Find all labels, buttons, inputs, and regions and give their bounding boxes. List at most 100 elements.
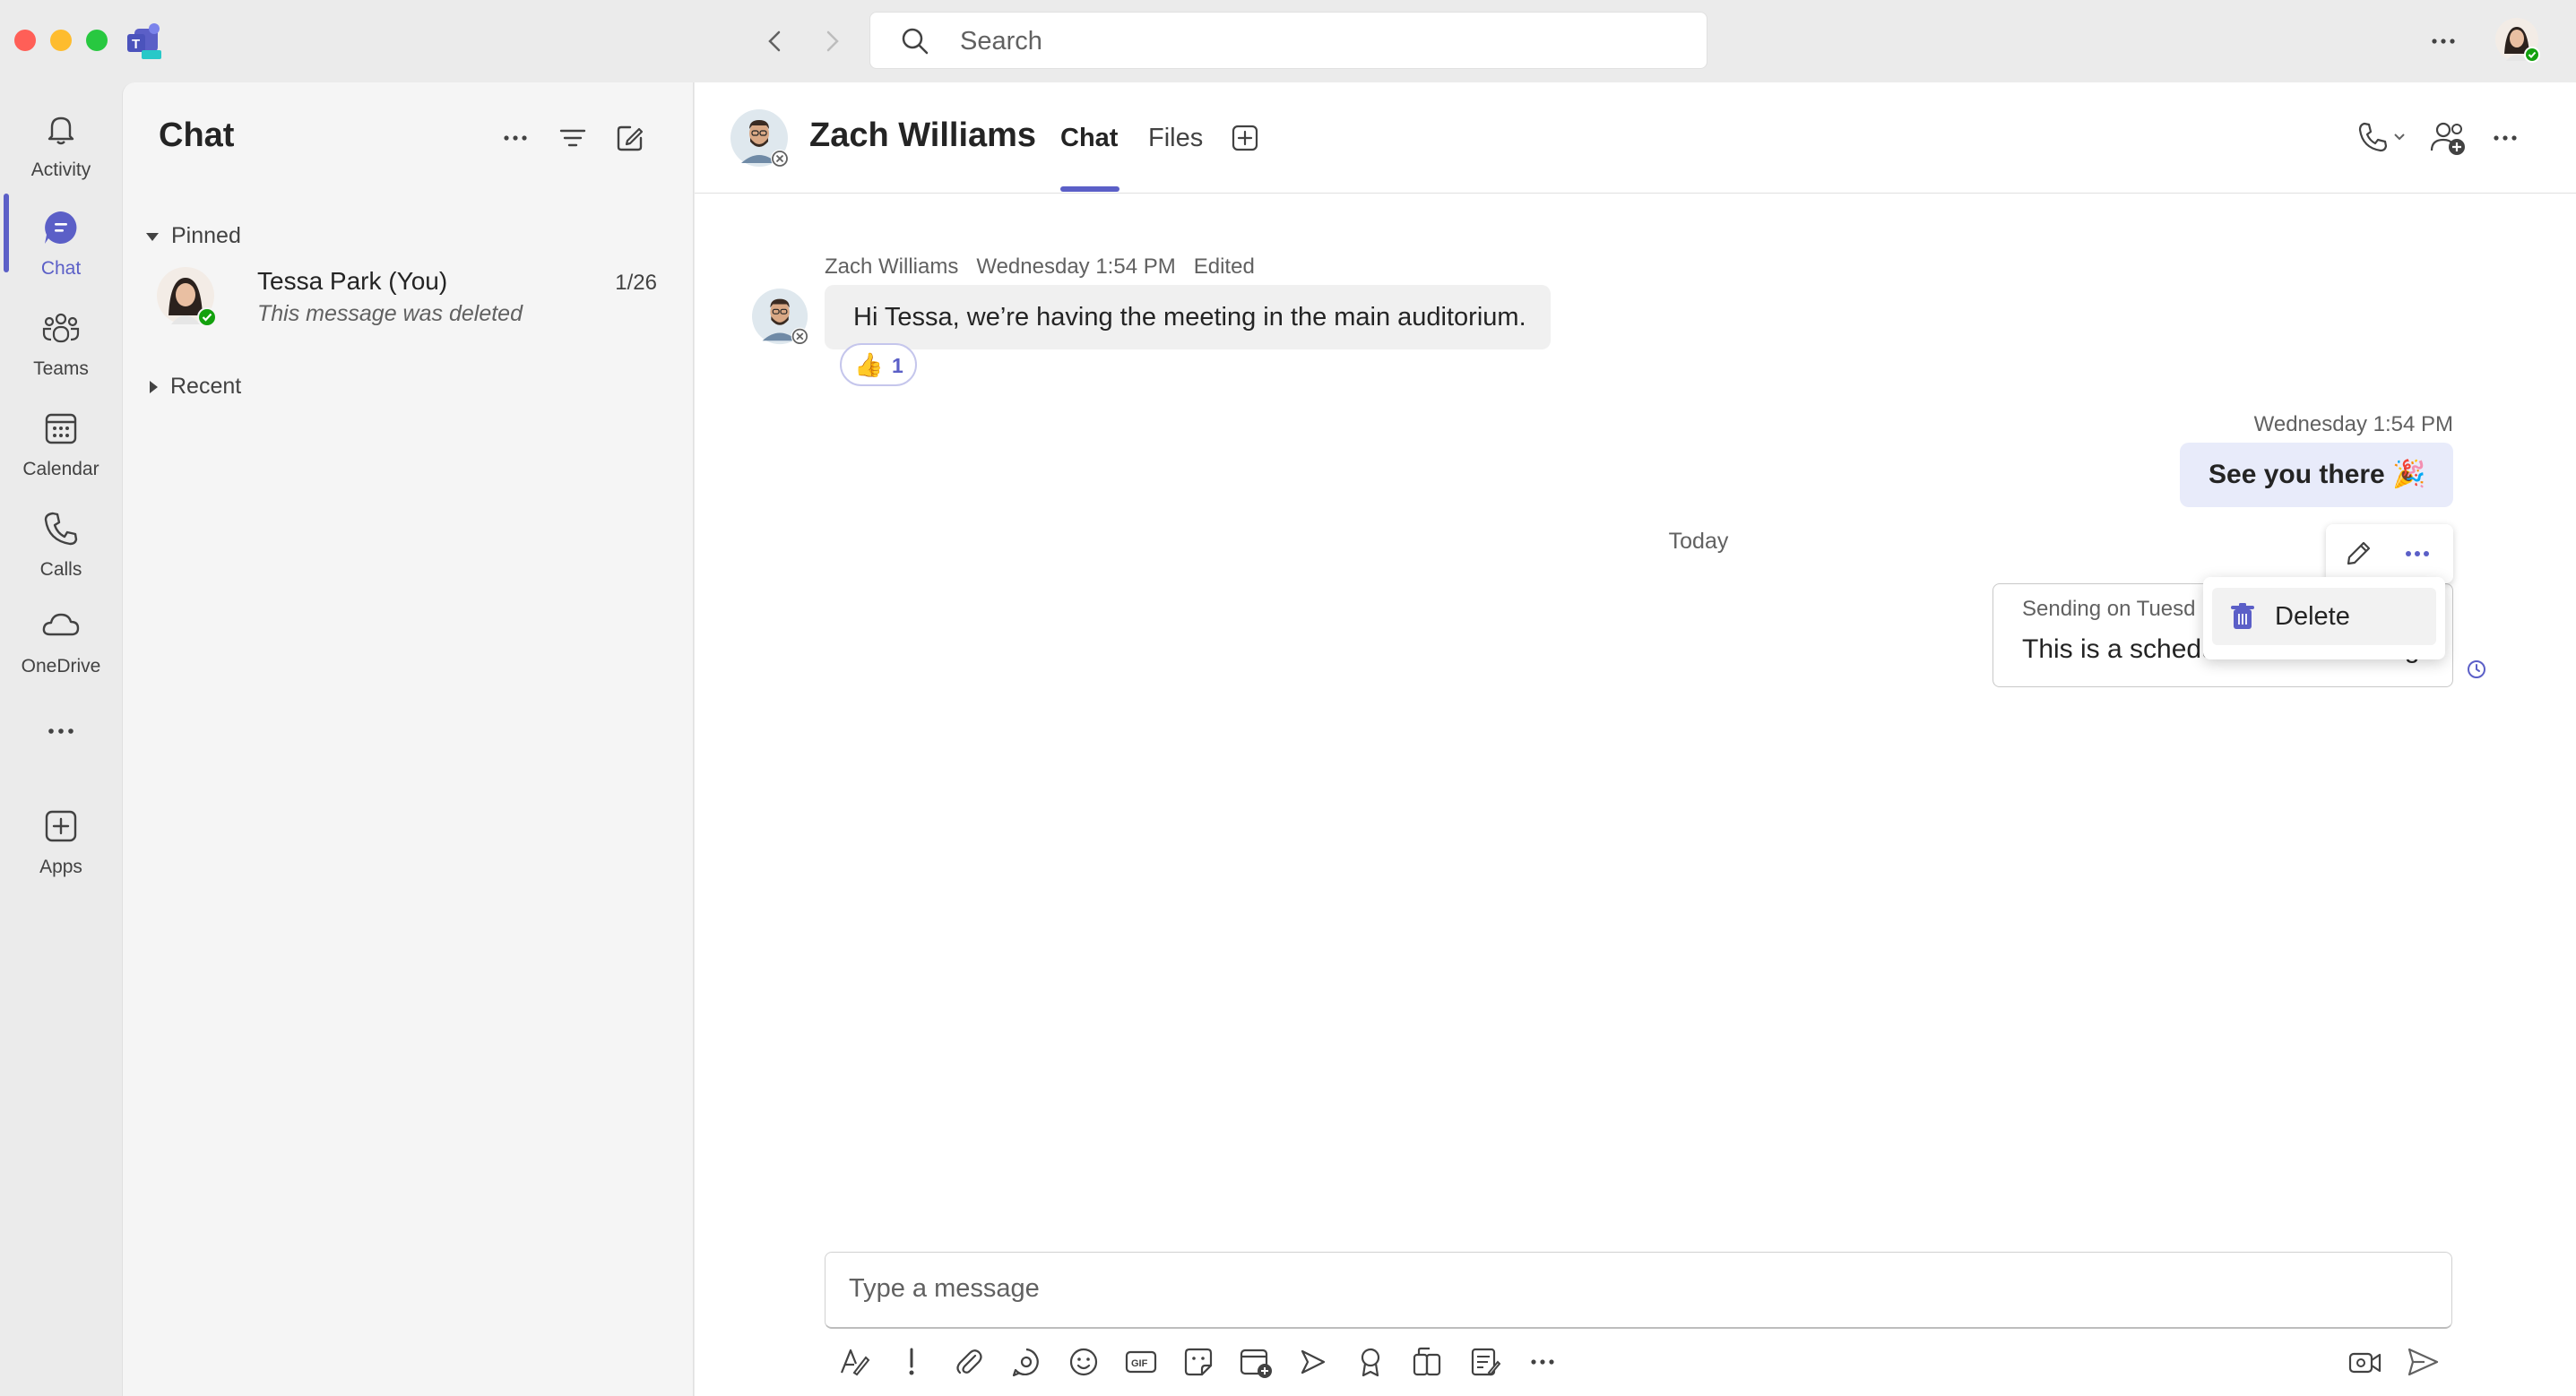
rail-item-teams[interactable]: Teams bbox=[0, 294, 122, 392]
add-tab-icon[interactable] bbox=[1227, 120, 1263, 156]
attach-icon[interactable] bbox=[949, 1342, 989, 1382]
delete-menu-item[interactable]: Delete bbox=[2212, 588, 2436, 645]
tab-files[interactable]: Files bbox=[1148, 124, 1203, 153]
reaction-pill[interactable]: 👍 1 bbox=[840, 343, 917, 386]
more-options-icon[interactable] bbox=[2398, 534, 2437, 573]
rail-item-onedrive[interactable]: OneDrive bbox=[0, 591, 122, 690]
chat-list-item[interactable]: Tessa Park (You) This message was delete… bbox=[141, 254, 677, 342]
app-rail: Activity Chat Teams Calendar Calls OneDr… bbox=[0, 82, 122, 1396]
rail-item-label: Calendar bbox=[22, 459, 99, 479]
search-icon bbox=[899, 25, 931, 57]
chat-icon bbox=[39, 206, 82, 249]
message-text: See you there 🎉 bbox=[2209, 460, 2426, 489]
recent-section-label: Recent bbox=[170, 374, 242, 399]
send-icon[interactable] bbox=[2403, 1342, 2442, 1382]
window-minimize-button[interactable] bbox=[50, 30, 72, 51]
outgoing-message-time: Wednesday 1:54 PM bbox=[2253, 412, 2453, 436]
message-context-menu: Delete bbox=[2203, 577, 2445, 659]
conversation-pane: Zach Williams Chat Files Zach Williams W… bbox=[695, 82, 2576, 1396]
cloud-icon bbox=[39, 604, 82, 647]
svg-text:T: T bbox=[132, 37, 140, 52]
reaction-count: 1 bbox=[892, 354, 903, 377]
chat-date: 1/26 bbox=[615, 271, 657, 295]
incoming-message-bubble[interactable]: Hi Tessa, we’re having the meeting in th… bbox=[825, 285, 1551, 349]
message-meta: Zach Williams Wednesday 1:54 PM Edited bbox=[825, 254, 1255, 280]
title-bar: T Search bbox=[0, 0, 2576, 82]
settings-more-icon[interactable] bbox=[2425, 23, 2461, 59]
rail-item-label: Apps bbox=[39, 857, 82, 877]
rail-item-calendar[interactable]: Calendar bbox=[0, 394, 122, 493]
rail-item-label: Activity bbox=[30, 159, 91, 180]
tab-active-indicator bbox=[1060, 186, 1119, 192]
thumbs-up-icon: 👍 bbox=[854, 351, 884, 378]
forward-button[interactable] bbox=[814, 23, 850, 59]
search-box[interactable]: Search bbox=[869, 12, 1707, 69]
sender-avatar bbox=[752, 289, 811, 348]
chevron-right-icon bbox=[150, 381, 158, 394]
recent-section-toggle[interactable]: Recent bbox=[146, 374, 241, 400]
rail-item-calls[interactable]: Calls bbox=[0, 495, 122, 593]
filter-icon[interactable] bbox=[555, 120, 591, 156]
avatar bbox=[157, 267, 220, 330]
rail-item-label: Teams bbox=[33, 358, 89, 379]
conversation-header: Zach Williams Chat Files bbox=[695, 82, 2576, 194]
svg-text:GIF: GIF bbox=[1131, 1358, 1148, 1369]
chevron-down-icon bbox=[146, 232, 159, 241]
bell-icon bbox=[39, 108, 82, 151]
more-apps-icon[interactable] bbox=[41, 711, 81, 751]
contact-avatar bbox=[730, 109, 791, 170]
important-icon[interactable] bbox=[892, 1342, 931, 1382]
add-app-icon bbox=[39, 805, 82, 848]
message-sender: Zach Williams bbox=[825, 254, 959, 279]
rail-item-label: Chat bbox=[40, 258, 82, 279]
chat-list-pane: Chat Pinned Tessa Park (You) This messag… bbox=[122, 82, 694, 1396]
window-zoom-button[interactable] bbox=[86, 30, 108, 51]
search-placeholder: Search bbox=[960, 27, 1042, 56]
tab-chat[interactable]: Chat bbox=[1060, 124, 1118, 153]
chat-preview: This message was deleted bbox=[257, 301, 523, 326]
chat-name: Tessa Park (You) bbox=[257, 267, 448, 295]
conversation-more-icon[interactable] bbox=[2487, 120, 2523, 156]
video-clip-icon[interactable] bbox=[2346, 1342, 2385, 1382]
new-chat-icon[interactable] bbox=[612, 120, 648, 156]
add-people-icon[interactable] bbox=[2428, 118, 2468, 158]
message-edited-label: Edited bbox=[1193, 254, 1255, 279]
composer-placeholder: Type a message bbox=[849, 1274, 1040, 1303]
apps-icon[interactable] bbox=[1408, 1342, 1448, 1382]
notes-icon[interactable] bbox=[1465, 1342, 1505, 1382]
scheduled-send-header: Sending on Tuesd bbox=[2022, 597, 2196, 621]
teams-logo-icon: T bbox=[125, 22, 165, 61]
delete-label: Delete bbox=[2275, 602, 2350, 631]
pinned-section-label: Pinned bbox=[171, 223, 241, 248]
profile-avatar[interactable] bbox=[2495, 18, 2542, 65]
edit-icon[interactable] bbox=[2338, 534, 2378, 573]
gif-icon[interactable]: GIF bbox=[1121, 1342, 1161, 1382]
emoji-icon[interactable] bbox=[1064, 1342, 1103, 1382]
call-button[interactable] bbox=[2356, 118, 2418, 158]
rail-item-label: OneDrive bbox=[21, 656, 101, 676]
contact-name: Zach Williams bbox=[809, 116, 1037, 154]
calendar-icon bbox=[39, 407, 82, 450]
loop-icon[interactable] bbox=[1007, 1342, 1046, 1382]
rail-item-label: Calls bbox=[39, 559, 82, 580]
schedule-meeting-icon[interactable] bbox=[1236, 1342, 1275, 1382]
outgoing-message-bubble[interactable]: See you there 🎉 bbox=[2180, 443, 2453, 507]
teams-icon bbox=[39, 306, 82, 349]
date-divider: Today bbox=[1668, 529, 1729, 554]
message-text: Hi Tessa, we’re having the meeting in th… bbox=[853, 303, 1526, 332]
praise-icon[interactable] bbox=[1351, 1342, 1390, 1382]
stream-icon[interactable] bbox=[1293, 1342, 1333, 1382]
sticker-icon[interactable] bbox=[1179, 1342, 1218, 1382]
pinned-section-toggle[interactable]: Pinned bbox=[146, 223, 241, 249]
chat-list-more-icon[interactable] bbox=[497, 120, 533, 156]
back-button[interactable] bbox=[757, 23, 793, 59]
window-close-button[interactable] bbox=[14, 30, 36, 51]
rail-item-chat[interactable]: Chat bbox=[0, 194, 122, 292]
message-composer[interactable]: Type a message bbox=[825, 1252, 2452, 1329]
message-time: Wednesday 1:54 PM bbox=[976, 254, 1176, 279]
rail-item-apps[interactable]: Apps bbox=[0, 792, 122, 891]
rail-item-activity[interactable]: Activity bbox=[0, 95, 122, 194]
more-actions-icon[interactable] bbox=[1523, 1342, 1562, 1382]
format-icon[interactable] bbox=[834, 1342, 874, 1382]
message-actions-toolbar bbox=[2326, 524, 2453, 583]
